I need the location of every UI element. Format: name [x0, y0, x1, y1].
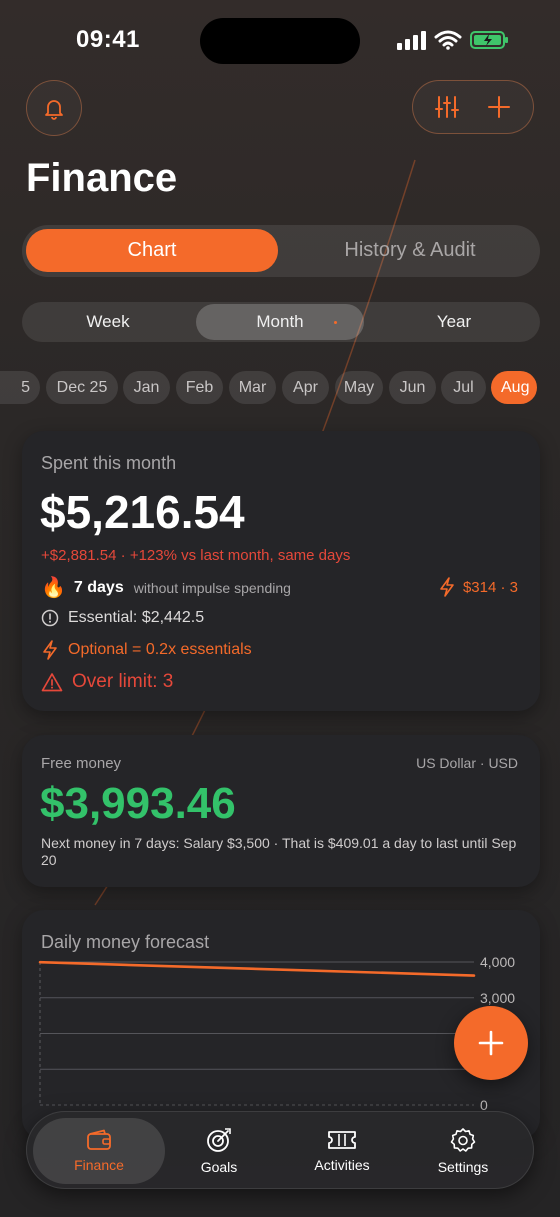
camera-notch	[200, 18, 360, 64]
spent-amount: $5,216.54	[40, 486, 245, 538]
plus-icon	[478, 1030, 504, 1056]
period-month-label: Month	[256, 312, 304, 331]
filter-button[interactable]	[427, 87, 467, 127]
nav-settings[interactable]: Settings	[415, 1118, 511, 1184]
over-limit-text: Over limit: 3	[72, 671, 174, 692]
month-chip[interactable]: Jul	[441, 371, 486, 404]
signal-icon	[397, 31, 426, 50]
active-dot	[334, 321, 337, 324]
page-title: Finance	[26, 156, 178, 200]
bolt-icon	[43, 640, 57, 660]
spent-card[interactable]: Spent this month $5,216.54 +$2,881.54 · …	[22, 431, 540, 711]
nav-settings-label: Settings	[437, 1159, 489, 1175]
chart-y-tick-label: 4,000	[480, 954, 515, 970]
impulse-summary[interactable]: $314 · 3	[439, 577, 518, 597]
month-chip[interactable]: Apr	[282, 371, 329, 404]
notifications-button[interactable]	[26, 80, 82, 136]
month-chip[interactable]: Jan	[123, 371, 170, 404]
optional-row: Optional = 0.2x essentials	[41, 640, 252, 660]
streak-text: without impulse spending	[133, 579, 291, 596]
over-limit-row[interactable]: Over limit: 3	[41, 671, 173, 693]
period-year[interactable]: Year	[368, 302, 540, 342]
fire-icon: 🔥	[41, 577, 66, 599]
nav-goals-label: Goals	[200, 1159, 238, 1175]
essential-row: Essential: $2,442.5	[41, 609, 204, 627]
bolt-icon	[440, 577, 454, 597]
spent-delta: +$2,881.54 · +123% vs last month, same d…	[41, 547, 351, 564]
ticket-icon	[328, 1131, 356, 1149]
impulse-summary-text: $314 · 3	[462, 578, 518, 596]
month-chip[interactable]: 5	[0, 371, 40, 404]
nav-finance[interactable]: Finance	[33, 1118, 165, 1184]
target-icon	[207, 1128, 231, 1152]
period-tabs: Week Month Year	[22, 302, 540, 342]
free-money-note: Next money in 7 days: Salary $3,500 · Th…	[41, 835, 517, 868]
free-money-amount: $3,993.46	[40, 779, 236, 828]
period-month[interactable]: Month	[196, 304, 364, 340]
spent-label: Spent this month	[41, 453, 177, 473]
chart-y-tick-label: 3,000	[480, 990, 515, 1006]
add-button[interactable]	[479, 87, 519, 127]
streak-row: 🔥 7 days without impulse spending	[41, 575, 291, 600]
month-chip-active[interactable]: Aug	[491, 371, 537, 404]
month-chip[interactable]: Feb	[176, 371, 223, 404]
month-chip[interactable]: Mar	[229, 371, 276, 404]
status-icons	[396, 30, 510, 50]
tab-history-audit[interactable]: History & Audit	[284, 229, 536, 272]
nav-activities[interactable]: Activities	[289, 1118, 395, 1184]
optional-text: Optional = 0.2x essentials	[68, 641, 252, 658]
essential-text: Essential: $2,442.5	[68, 609, 205, 626]
month-chip[interactable]: Jun	[389, 371, 436, 404]
sliders-icon	[435, 96, 459, 118]
view-tabs: Chart History & Audit	[22, 225, 540, 277]
bottom-nav: Finance Goals Activities Settings	[26, 1111, 534, 1189]
fab-add-button[interactable]	[454, 1006, 528, 1080]
nav-finance-label: Finance	[74, 1157, 124, 1173]
month-chip[interactable]: Dec 25	[46, 371, 118, 404]
month-selector: 5 Dec 25 Jan Feb Mar Apr May Jun Jul Aug	[0, 371, 560, 405]
info-icon	[41, 609, 59, 627]
plus-icon	[488, 96, 510, 118]
gear-icon	[450, 1128, 476, 1152]
battery-icon	[470, 31, 508, 49]
header-actions	[412, 80, 534, 134]
tab-chart[interactable]: Chart	[26, 229, 278, 272]
nav-goals[interactable]: Goals	[173, 1118, 265, 1184]
status-time: 09:41	[76, 26, 140, 53]
free-money-card[interactable]: Free money US Dollar · USD $3,993.46 Nex…	[22, 735, 540, 887]
wifi-icon	[434, 30, 462, 50]
streak-days: 7 days	[73, 578, 124, 596]
wallet-icon	[87, 1129, 111, 1150]
period-week[interactable]: Week	[22, 302, 194, 342]
month-chip[interactable]: May	[335, 371, 383, 404]
bell-icon	[45, 100, 63, 120]
free-money-label: Free money	[41, 755, 122, 772]
chart-series-line	[38, 960, 476, 977]
currency-label: US Dollar · USD	[416, 755, 518, 771]
warning-icon	[41, 673, 63, 692]
nav-activities-label: Activities	[314, 1157, 370, 1173]
